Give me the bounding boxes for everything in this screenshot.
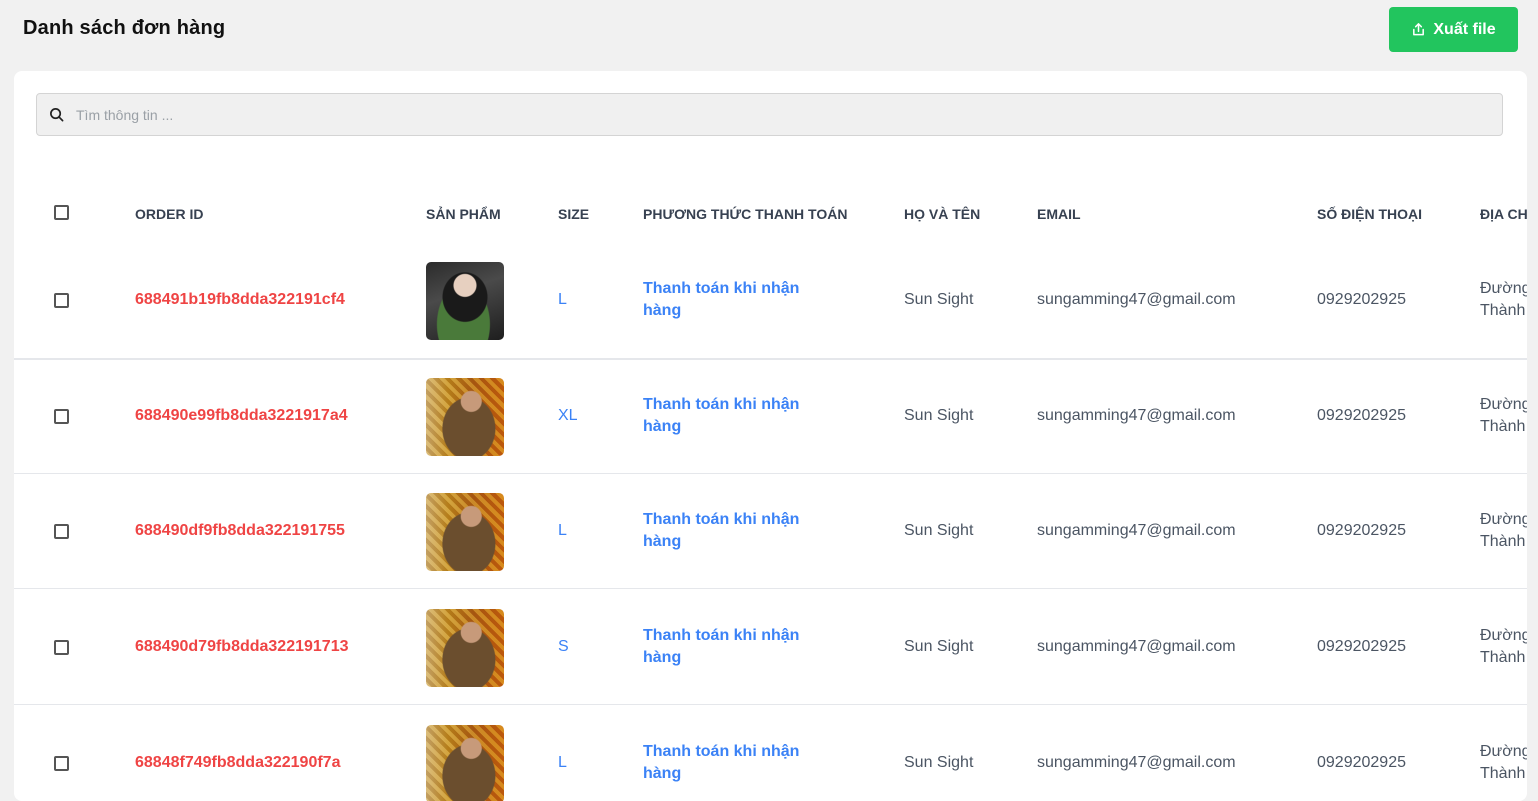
export-file-button[interactable]: Xuất file bbox=[1389, 7, 1518, 52]
payment-method: Thanh toán khi nhận hàng bbox=[643, 627, 800, 666]
size-value: S bbox=[558, 638, 569, 655]
row-checkbox[interactable] bbox=[54, 293, 69, 308]
table-row: 688490d79fb8dda322191713 S Thanh toán kh… bbox=[14, 590, 1527, 705]
search-input[interactable] bbox=[74, 93, 1502, 136]
customer-address: Đường Thành bbox=[1480, 743, 1527, 782]
order-id-link[interactable]: 688490d79fb8dda322191713 bbox=[135, 638, 349, 656]
product-thumbnail bbox=[426, 493, 504, 571]
row-checkbox[interactable] bbox=[54, 640, 69, 655]
column-header-email: EMAIL bbox=[1037, 206, 1081, 222]
customer-phone: 0929202925 bbox=[1317, 638, 1406, 655]
customer-phone: 0929202925 bbox=[1317, 291, 1406, 308]
customer-name: Sun Sight bbox=[904, 754, 974, 771]
customer-name: Sun Sight bbox=[904, 522, 974, 539]
search-icon bbox=[49, 107, 64, 122]
order-id-link[interactable]: 68848f749fb8dda322190f7a bbox=[135, 754, 340, 772]
customer-email: sungamming47@gmail.com bbox=[1037, 407, 1236, 424]
customer-address: Đường Thành bbox=[1480, 627, 1527, 666]
product-thumbnail bbox=[426, 262, 504, 340]
column-header-order-id: ORDER ID bbox=[135, 206, 204, 222]
payment-method: Thanh toán khi nhận hàng bbox=[643, 511, 800, 550]
payment-method: Thanh toán khi nhận hàng bbox=[643, 743, 800, 782]
customer-email: sungamming47@gmail.com bbox=[1037, 522, 1236, 539]
size-value: L bbox=[558, 754, 567, 771]
customer-phone: 0929202925 bbox=[1317, 754, 1406, 771]
product-thumbnail bbox=[426, 725, 504, 801]
customer-name: Sun Sight bbox=[904, 407, 974, 424]
customer-email: sungamming47@gmail.com bbox=[1037, 754, 1236, 771]
table-row: 688491b19fb8dda322191cf4 L Thanh toán kh… bbox=[14, 244, 1527, 359]
customer-name: Sun Sight bbox=[904, 638, 974, 655]
row-checkbox[interactable] bbox=[54, 756, 69, 771]
column-header-phone: SỐ ĐIỆN THOẠI bbox=[1317, 206, 1423, 222]
row-checkbox[interactable] bbox=[54, 524, 69, 539]
payment-method: Thanh toán khi nhận hàng bbox=[643, 396, 800, 435]
customer-phone: 0929202925 bbox=[1317, 407, 1406, 424]
size-value: XL bbox=[558, 407, 578, 424]
orders-card: ORDER ID SẢN PHẨM SIZE PHƯƠNG THỨC THANH… bbox=[14, 71, 1527, 801]
product-thumbnail bbox=[426, 378, 504, 456]
column-header-payment: PHƯƠNG THỨC THANH TOÁN bbox=[643, 206, 848, 222]
export-file-label: Xuất file bbox=[1433, 20, 1496, 38]
product-thumbnail bbox=[426, 609, 504, 687]
customer-phone: 0929202925 bbox=[1317, 522, 1406, 539]
customer-name: Sun Sight bbox=[904, 291, 974, 308]
select-all-checkbox[interactable] bbox=[54, 205, 69, 220]
search-bar bbox=[36, 93, 1503, 136]
upload-icon bbox=[1411, 22, 1426, 37]
column-header-size: SIZE bbox=[558, 206, 590, 222]
customer-email: sungamming47@gmail.com bbox=[1037, 638, 1236, 655]
column-header-name: HỌ VÀ TÊN bbox=[904, 206, 981, 222]
page-title: Danh sách đơn hàng bbox=[23, 17, 226, 39]
order-id-link[interactable]: 688490e99fb8dda3221917a4 bbox=[135, 407, 348, 425]
customer-address: Đường Thành bbox=[1480, 511, 1527, 550]
customer-email: sungamming47@gmail.com bbox=[1037, 291, 1236, 308]
table-row: 688490e99fb8dda3221917a4 XL Thanh toán k… bbox=[14, 359, 1527, 474]
table-row: 688490df9fb8dda322191755 L Thanh toán kh… bbox=[14, 474, 1527, 589]
size-value: L bbox=[558, 291, 567, 308]
payment-method: Thanh toán khi nhận hàng bbox=[643, 280, 800, 319]
size-value: L bbox=[558, 522, 567, 539]
row-checkbox[interactable] bbox=[54, 409, 69, 424]
column-header-address: ĐỊA CH bbox=[1480, 206, 1527, 222]
customer-address: Đường Thành bbox=[1480, 280, 1527, 319]
customer-address: Đường Thành bbox=[1480, 396, 1527, 435]
order-id-link[interactable]: 688490df9fb8dda322191755 bbox=[135, 522, 345, 540]
column-header-product: SẢN PHẨM bbox=[426, 206, 501, 222]
order-id-link[interactable]: 688491b19fb8dda322191cf4 bbox=[135, 291, 345, 309]
